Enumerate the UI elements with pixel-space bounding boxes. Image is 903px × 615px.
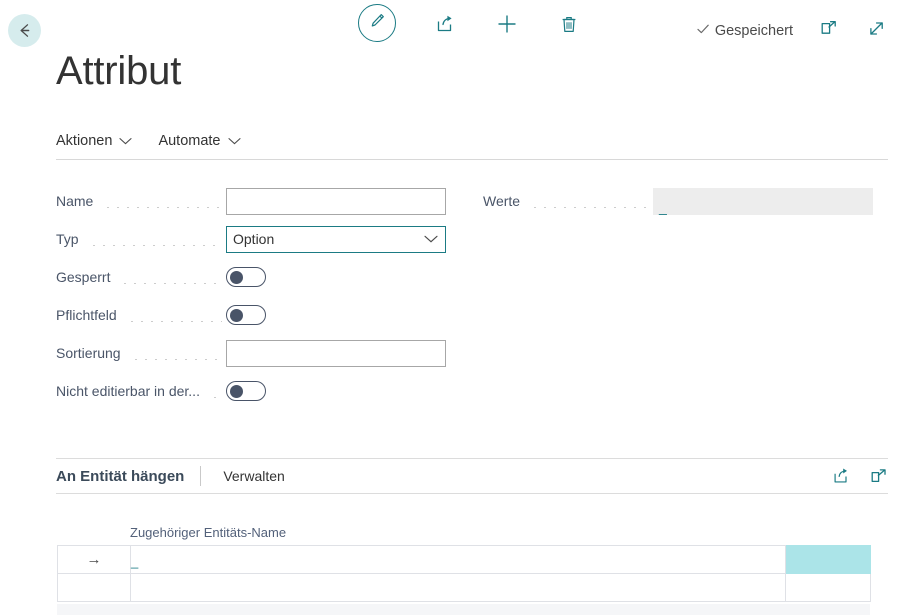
new-button[interactable] — [494, 13, 520, 39]
arrow-right-icon: → — [87, 551, 102, 568]
action-menu-aktionen-label: Aktionen — [56, 133, 112, 149]
field-name: Name — [56, 182, 446, 220]
field-name-label: Name — [56, 193, 99, 209]
table-bottom-strip — [57, 604, 870, 615]
form-column-left: Name Typ Option — [56, 182, 446, 410]
row-indicator-cell: → — [58, 546, 131, 574]
action-menu-automate-label: Automate — [158, 133, 220, 149]
plus-icon — [495, 12, 519, 41]
chevron-down-icon — [228, 133, 241, 149]
check-icon — [696, 22, 710, 40]
typ-select-value: Option — [233, 231, 274, 247]
pflichtfeld-toggle[interactable] — [226, 305, 266, 325]
leader-dots — [127, 308, 222, 322]
leader-dots — [530, 194, 649, 208]
field-pflichtfeld: Pflichtfeld — [56, 296, 446, 334]
row-indicator-cell — [58, 574, 131, 602]
nicht-editierbar-toggle[interactable] — [226, 381, 266, 401]
share-icon — [434, 13, 456, 40]
leader-dots — [120, 270, 222, 284]
field-pflichtfeld-label: Pflichtfeld — [56, 307, 123, 323]
field-nicht-editierbar-label: Nicht editierbar in der... — [56, 383, 206, 399]
open-in-new-icon[interactable] — [869, 467, 888, 486]
table-row[interactable] — [58, 574, 871, 602]
divider — [200, 466, 201, 486]
section-header: An Entität hängen Verwalten — [56, 458, 888, 494]
delete-button[interactable] — [556, 13, 582, 39]
field-werte: Werte _ — [483, 182, 873, 220]
werte-field[interactable]: _ — [653, 188, 873, 215]
status-badge: Gespeichert — [696, 22, 793, 40]
form-column-right: Werte _ — [483, 182, 873, 220]
column-header-entity-name: Zugehöriger Entitäts-Name — [130, 525, 286, 540]
toggle-knob — [230, 385, 243, 398]
pencil-icon — [368, 11, 387, 35]
saved-label: Gespeichert — [715, 23, 793, 39]
gesperrt-toggle[interactable] — [226, 267, 266, 287]
table-header: Zugehöriger Entitäts-Name — [57, 519, 870, 545]
expand-arrows-icon — [867, 19, 886, 43]
open-in-new-button[interactable] — [815, 18, 841, 44]
table-grid: → _ — [57, 545, 871, 602]
row-extra-cell[interactable] — [786, 546, 871, 574]
field-gesperrt-label: Gesperrt — [56, 269, 116, 285]
open-in-new-icon — [819, 19, 838, 43]
name-input[interactable] — [226, 188, 446, 215]
back-button[interactable] — [8, 14, 41, 47]
row-entity-name-value: _ — [131, 554, 138, 573]
share-button[interactable] — [432, 13, 458, 39]
section-title: An Entität hängen — [56, 468, 184, 485]
field-sortierung-label: Sortierung — [56, 345, 127, 361]
edit-button[interactable] — [358, 4, 396, 42]
leader-dots — [89, 232, 222, 246]
page-root: Gespeichert — [0, 0, 903, 615]
field-gesperrt: Gesperrt — [56, 258, 446, 296]
row-entity-name-cell[interactable]: _ — [131, 546, 786, 574]
toolbar-right-group: Gespeichert — [696, 18, 889, 44]
chevron-down-icon — [424, 235, 438, 244]
field-werte-label: Werte — [483, 193, 526, 209]
row-entity-name-cell[interactable] — [131, 574, 786, 602]
row-extra-cell[interactable] — [786, 574, 871, 602]
leader-dots — [131, 346, 222, 360]
typ-select[interactable]: Option — [226, 226, 446, 253]
field-typ-label: Typ — [56, 231, 85, 247]
action-bar: Aktionen Automate — [56, 127, 888, 160]
field-typ: Typ Option — [56, 220, 446, 258]
werte-value: _ — [659, 202, 667, 212]
section-icon-group — [831, 466, 888, 486]
action-menu-automate[interactable]: Automate — [158, 133, 240, 153]
table-row[interactable]: → _ — [58, 546, 871, 574]
page-title: Attribut — [56, 51, 181, 91]
chevron-down-icon — [119, 133, 132, 149]
entity-table: Zugehöriger Entitäts-Name → _ — [57, 519, 870, 602]
action-menu-aktionen[interactable]: Aktionen — [56, 133, 132, 153]
toggle-knob — [230, 309, 243, 322]
share-icon[interactable] — [831, 466, 851, 486]
leader-dots — [103, 194, 222, 208]
expand-button[interactable] — [863, 18, 889, 44]
leader-dots — [210, 384, 222, 398]
field-sortierung: Sortierung — [56, 334, 446, 372]
arrow-left-icon — [15, 21, 34, 40]
toolbar-center-group — [358, 10, 582, 42]
trash-icon — [559, 13, 579, 40]
field-nicht-editierbar: Nicht editierbar in der... — [56, 372, 446, 410]
sortierung-input[interactable] — [226, 340, 446, 367]
section-manage-link[interactable]: Verwalten — [223, 468, 284, 484]
toggle-knob — [230, 271, 243, 284]
